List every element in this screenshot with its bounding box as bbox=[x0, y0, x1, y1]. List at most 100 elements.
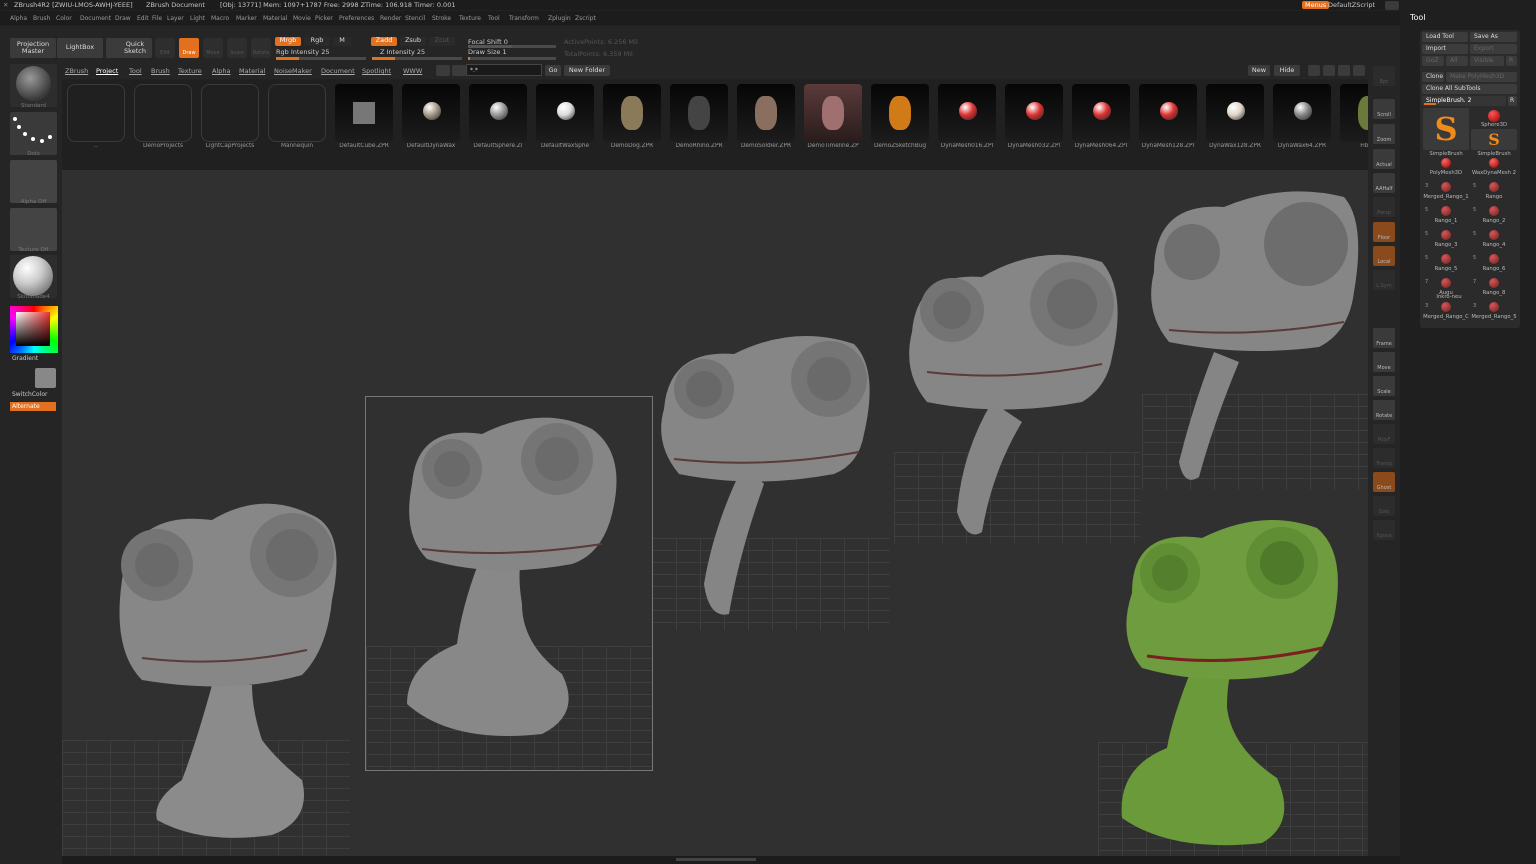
tool-move-button[interactable]: Move bbox=[1373, 352, 1395, 372]
menu-stencil[interactable]: Stencil bbox=[405, 15, 425, 22]
chameleon-head-5[interactable] bbox=[1144, 182, 1368, 492]
color-square[interactable] bbox=[16, 312, 50, 346]
zadd-button[interactable]: Zadd bbox=[371, 36, 397, 46]
tool-bpr-button[interactable]: Bpr bbox=[1373, 66, 1395, 86]
tool-transp-button[interactable]: Transp bbox=[1373, 448, 1395, 468]
chameleon-head-2[interactable] bbox=[392, 404, 632, 754]
menu-movie[interactable]: Movie bbox=[293, 15, 311, 22]
lightbox-thumb[interactable] bbox=[536, 84, 594, 142]
material-slot[interactable] bbox=[10, 255, 57, 298]
folder-icon[interactable] bbox=[134, 84, 192, 142]
tool-frame-button[interactable]: Frame bbox=[1373, 328, 1395, 348]
import-button[interactable]: Import bbox=[1422, 44, 1468, 54]
subtool-thumb-icon[interactable] bbox=[1489, 206, 1499, 216]
menu-zscript[interactable]: Zscript bbox=[575, 15, 596, 22]
bottom-scroll-handle[interactable] bbox=[676, 858, 756, 861]
folder-icon[interactable] bbox=[67, 84, 125, 142]
subtool-thumb-icon[interactable] bbox=[1489, 302, 1499, 312]
menu-render[interactable]: Render bbox=[380, 15, 401, 22]
menu-texture[interactable]: Texture bbox=[459, 15, 481, 22]
lightbox-path-input[interactable] bbox=[466, 64, 542, 76]
subtool-thumb-icon[interactable] bbox=[1441, 182, 1451, 192]
mrgb-button[interactable]: Mrgb bbox=[275, 36, 301, 46]
all-button[interactable]: All bbox=[1446, 56, 1468, 66]
menu-tool[interactable]: Tool bbox=[488, 15, 500, 22]
tool-scroll-button[interactable]: Scroll bbox=[1373, 99, 1395, 119]
tool-solo-button[interactable]: Solo bbox=[1373, 496, 1395, 516]
subtool-thumb-icon[interactable] bbox=[1441, 302, 1451, 312]
simplebrush-small-thumb[interactable]: S bbox=[1471, 129, 1517, 150]
lightbox-thumb[interactable] bbox=[938, 84, 996, 142]
lightbox-thumb[interactable] bbox=[402, 84, 460, 142]
menu-color[interactable]: Color bbox=[56, 15, 72, 22]
switch-color-button[interactable]: SwitchColor bbox=[12, 391, 48, 398]
lightbox-thumb[interactable] bbox=[670, 84, 728, 142]
lightbox-forward-icon[interactable] bbox=[452, 65, 466, 76]
lightbox-tab-zbrush[interactable]: ZBrush bbox=[65, 67, 88, 75]
lightbox-tab-alpha[interactable]: Alpha bbox=[212, 67, 230, 75]
tool-rotate-button[interactable]: Rotate bbox=[1373, 400, 1395, 420]
tool-polyf-button[interactable]: PolyF bbox=[1373, 424, 1395, 444]
menu-preferences[interactable]: Preferences bbox=[339, 15, 374, 22]
lightbox-button[interactable]: LightBox bbox=[57, 38, 103, 58]
tool-floor-button[interactable]: Floor bbox=[1373, 222, 1395, 242]
clone-all-subtools-button[interactable]: Clone All SubTools bbox=[1422, 84, 1517, 94]
draw-mode-button[interactable]: Draw bbox=[179, 38, 199, 58]
lightbox-tab-spotlight[interactable]: Spotlight bbox=[362, 67, 391, 75]
subtool-thumb-icon[interactable] bbox=[1489, 182, 1499, 192]
lightbox-thumb[interactable] bbox=[1005, 84, 1063, 142]
tool-actual-button[interactable]: Actual bbox=[1373, 149, 1395, 169]
draw-size-slider[interactable] bbox=[468, 57, 556, 60]
menu-file[interactable]: File bbox=[152, 15, 162, 22]
tool-xpose-button[interactable]: Xpose bbox=[1373, 520, 1395, 540]
visible-button[interactable]: Visible bbox=[1470, 56, 1504, 66]
tool-lsym-button[interactable]: L.Sym bbox=[1373, 270, 1395, 290]
chameleon-head-1[interactable] bbox=[102, 490, 402, 850]
rgb-intensity-slider[interactable] bbox=[276, 57, 366, 60]
clone-button[interactable]: Clone bbox=[1422, 72, 1444, 82]
lightbox-thumb[interactable] bbox=[1139, 84, 1197, 142]
lightbox-thumb[interactable] bbox=[871, 84, 929, 142]
chameleon-head-3[interactable] bbox=[654, 324, 884, 624]
zcut-button[interactable]: Zcut bbox=[429, 36, 455, 46]
quick-sketch-button[interactable]: Quick Sketch bbox=[106, 38, 152, 58]
view-large-icon[interactable] bbox=[1338, 65, 1350, 76]
tool-aahalf-button[interactable]: AAHalf bbox=[1373, 173, 1395, 193]
texture-slot[interactable] bbox=[10, 208, 57, 251]
edit-mode-button[interactable]: Edit bbox=[155, 38, 175, 58]
subtool-thumb-icon[interactable] bbox=[1441, 254, 1451, 264]
subtool-thumb-icon[interactable] bbox=[1441, 278, 1451, 288]
subtool-thumb-icon[interactable] bbox=[1489, 278, 1499, 288]
menu-material[interactable]: Material bbox=[263, 15, 287, 22]
subtool-thumb-icon[interactable] bbox=[1441, 158, 1451, 168]
lightbox-tab-material[interactable]: Material bbox=[239, 67, 265, 75]
menu-draw[interactable]: Draw bbox=[115, 15, 131, 22]
menu-macro[interactable]: Macro bbox=[211, 15, 229, 22]
view-list-icon[interactable] bbox=[1353, 65, 1365, 76]
move-mode-button[interactable]: Move bbox=[203, 38, 223, 58]
menu-document[interactable]: Document bbox=[80, 15, 111, 22]
make-polymesh-button[interactable]: Make PolyMesh3D bbox=[1446, 72, 1517, 82]
menu-layer[interactable]: Layer bbox=[167, 15, 184, 22]
scale-mode-button[interactable]: Scale bbox=[227, 38, 247, 58]
lightbox-thumb[interactable] bbox=[1206, 84, 1264, 142]
secondary-color-swatch[interactable] bbox=[35, 368, 56, 388]
lightbox-back-icon[interactable] bbox=[436, 65, 450, 76]
subtool-thumb-icon[interactable] bbox=[1489, 230, 1499, 240]
menu-alpha[interactable]: Alpha bbox=[10, 15, 27, 22]
brush-slot[interactable] bbox=[10, 64, 57, 107]
simplebrush-thumb[interactable]: S bbox=[1423, 108, 1469, 150]
chameleon-head-4[interactable] bbox=[902, 242, 1132, 552]
current-tool-r-button[interactable]: R bbox=[1508, 96, 1517, 106]
alpha-slot[interactable] bbox=[10, 160, 57, 203]
document-canvas[interactable] bbox=[62, 170, 1368, 856]
load-tool-button[interactable]: Load Tool bbox=[1422, 32, 1468, 42]
chameleon-head-green[interactable] bbox=[1112, 508, 1352, 853]
color-picker[interactable] bbox=[10, 306, 58, 353]
zsub-button[interactable]: Zsub bbox=[400, 36, 426, 46]
lightbox-tab-www[interactable]: WWW bbox=[403, 67, 422, 75]
lightbox-tab-texture[interactable]: Texture bbox=[178, 67, 202, 75]
view-small-icon[interactable] bbox=[1308, 65, 1320, 76]
subtool-thumb-icon[interactable] bbox=[1441, 206, 1451, 216]
view-medium-icon[interactable] bbox=[1323, 65, 1335, 76]
